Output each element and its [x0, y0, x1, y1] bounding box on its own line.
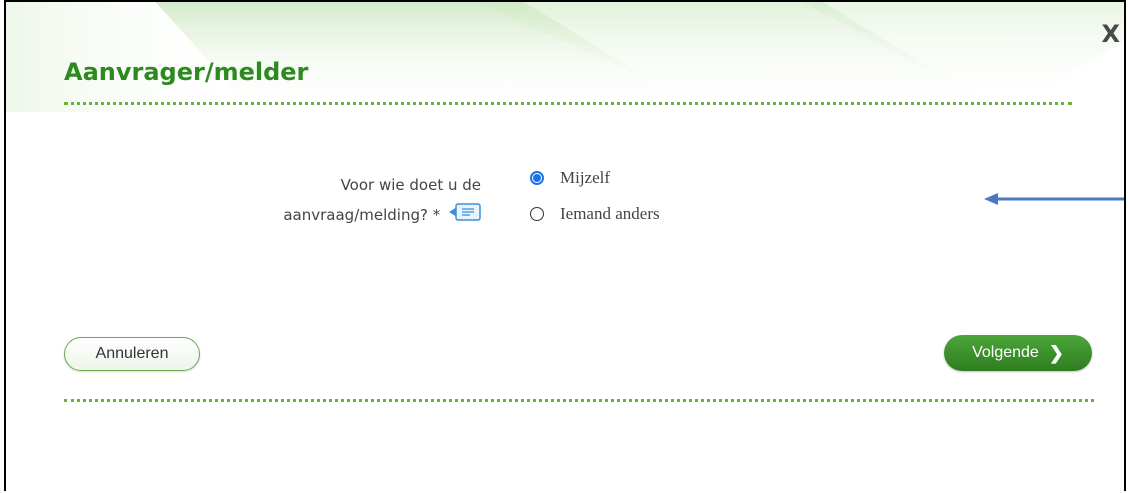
- question-label: Voor wie doet u de aanvraag/melding? *: [226, 170, 481, 231]
- title-divider: [64, 102, 1072, 105]
- radio-option-iemand-anders[interactable]: Iemand anders: [530, 204, 660, 224]
- footer-divider: [64, 399, 1094, 402]
- page-title: Aanvrager/melder: [64, 58, 309, 86]
- next-button[interactable]: Volgende ❯: [944, 335, 1092, 371]
- radio-option-mijzelf[interactable]: Mijzelf: [530, 168, 610, 188]
- radio-label-iemand-anders: Iemand anders: [560, 204, 660, 223]
- radio-button-unchecked[interactable]: [530, 207, 544, 221]
- cancel-button[interactable]: Annuleren: [64, 337, 200, 371]
- chevron-right-icon: ❯: [1048, 342, 1064, 363]
- close-icon[interactable]: X: [1101, 20, 1120, 48]
- info-comment-icon[interactable]: [449, 201, 481, 231]
- question-line-1: Voor wie doet u de: [340, 176, 481, 194]
- annotation-arrow-icon: [984, 193, 1124, 205]
- question-line-2: aanvraag/melding? *: [283, 206, 441, 224]
- radio-button-checked[interactable]: [530, 171, 544, 185]
- radio-label-mijzelf: Mijzelf: [560, 168, 611, 187]
- next-button-label: Volgende: [972, 344, 1039, 361]
- header-background: [6, 2, 1124, 112]
- dialog: X Aanvrager/melder Voor wie doet u de aa…: [4, 0, 1126, 491]
